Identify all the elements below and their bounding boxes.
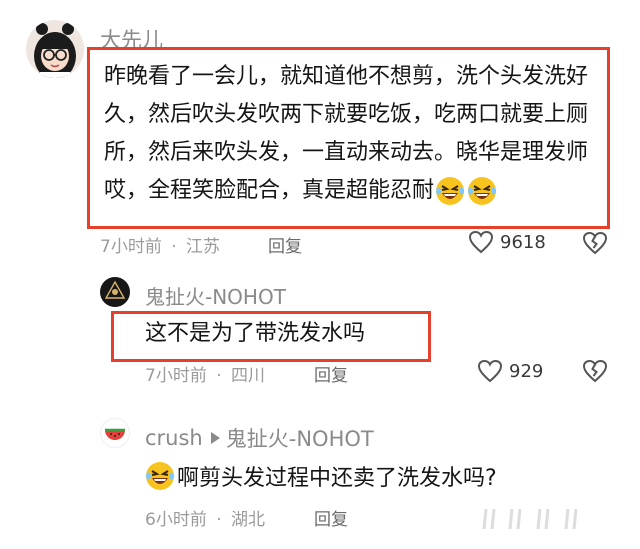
meta-separator: · xyxy=(171,237,177,257)
comment-location: 四川 xyxy=(231,366,266,386)
meta-separator: · xyxy=(216,510,222,530)
broken-heart-icon xyxy=(582,359,608,383)
comment-meta: 7小时前 · 四川 xyxy=(145,361,265,386)
reply-button[interactable]: 回复 xyxy=(314,361,348,386)
comment-location: 江苏 xyxy=(186,237,221,257)
comment-meta: 6小时前 · 湖北 xyxy=(145,505,265,530)
avatar-user-2[interactable] xyxy=(100,277,130,307)
comment-time: 6小时前 xyxy=(145,510,207,530)
reply-button[interactable]: 回复 xyxy=(314,505,348,530)
like-button[interactable]: 929 xyxy=(477,359,543,383)
comment-text: 这不是为了带洗发水吗 xyxy=(145,321,366,346)
like-button[interactable]: 9618 xyxy=(468,230,546,254)
reply-button[interactable]: 回复 xyxy=(268,232,302,257)
avatar-user-1[interactable] xyxy=(26,20,84,78)
comment-text: 啊剪头发过程中还卖了洗发水吗? xyxy=(177,466,497,491)
play-triangle-icon xyxy=(210,432,220,444)
broken-heart-icon xyxy=(582,231,608,255)
comment-username-line: crush 鬼扯火-NOHOT xyxy=(145,423,374,453)
heart-outline-icon xyxy=(468,230,494,254)
meta-separator: · xyxy=(216,366,222,386)
comment-text: 昨晚看了一会儿，就知道他不想剪，洗个头发洗好久，然后吹头发吹两下就要吃饭，吃两口… xyxy=(104,58,604,210)
comment-text-line: 啊剪头发过程中还卖了洗发水吗? xyxy=(145,460,497,492)
like-count: 929 xyxy=(509,360,544,382)
laughing-emoji-icon xyxy=(145,461,175,491)
comment-username[interactable]: crush xyxy=(145,426,203,450)
laughing-emoji-icon xyxy=(435,176,465,206)
reply-to-username[interactable]: 鬼扯火-NOHOT xyxy=(226,423,374,453)
comment-username[interactable]: 鬼扯火-NOHOT xyxy=(145,281,286,310)
comment-location: 湖北 xyxy=(231,510,266,530)
watermark-strokes xyxy=(482,505,592,533)
avatar-user-3[interactable] xyxy=(100,418,130,448)
comment-time: 7小时前 xyxy=(145,366,207,386)
heart-outline-icon xyxy=(477,359,503,383)
comment-time: 7小时前 xyxy=(100,237,162,257)
laughing-emoji-icon xyxy=(467,176,497,206)
comment-meta: 7小时前 · 江苏 xyxy=(100,232,220,257)
dislike-button[interactable] xyxy=(582,359,608,383)
like-count: 9618 xyxy=(500,231,546,253)
dislike-button[interactable] xyxy=(582,231,608,255)
